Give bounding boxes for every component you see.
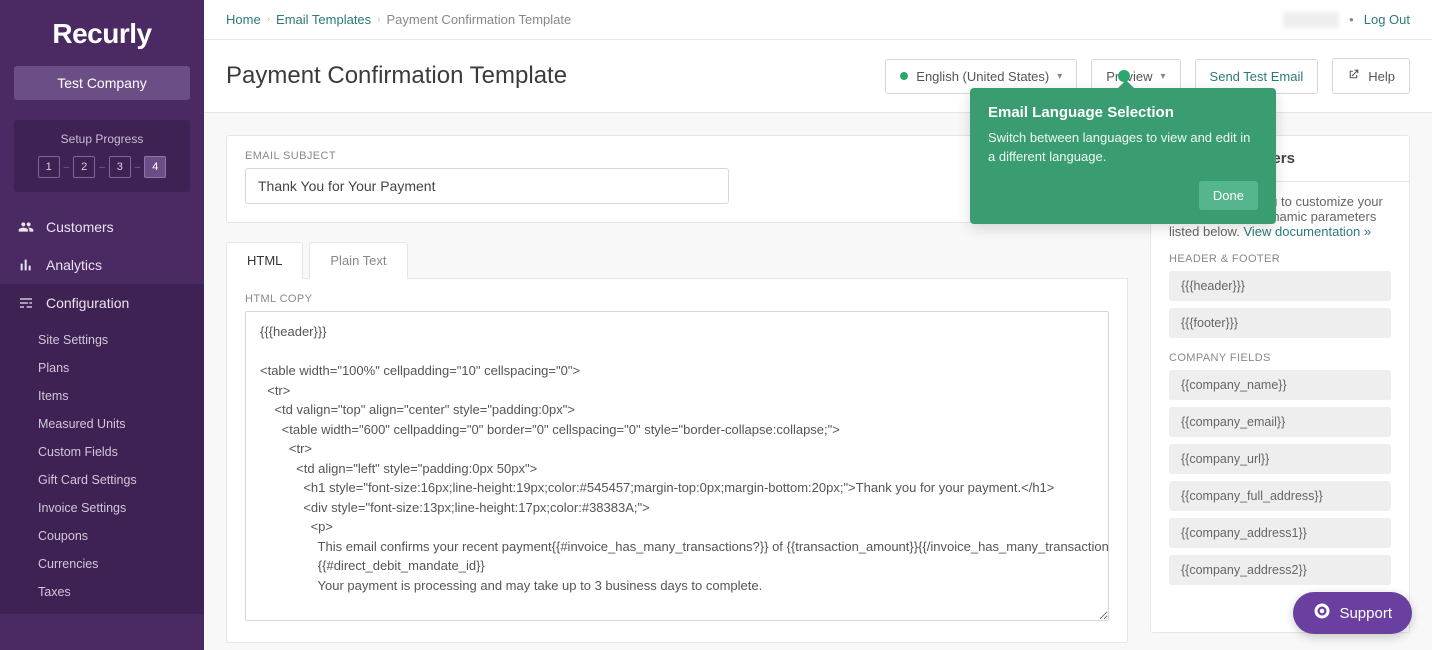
- param-chip-company-url[interactable]: {{company_url}}: [1169, 444, 1391, 474]
- user-name-blurred: [1283, 12, 1339, 28]
- callout-done-button[interactable]: Done: [1199, 181, 1258, 210]
- param-group-company: COMPANY FIELDS: [1169, 352, 1391, 364]
- subnav-site-settings[interactable]: Site Settings: [0, 326, 204, 354]
- chevron-down-icon: ▾: [1161, 71, 1166, 82]
- status-dot-icon: [900, 72, 908, 80]
- breadcrumb-home[interactable]: Home: [226, 12, 261, 27]
- people-icon: [18, 219, 34, 235]
- param-chip-header[interactable]: {{{header}}}: [1169, 271, 1391, 301]
- language-label: English (United States): [916, 69, 1049, 84]
- callout-title: Email Language Selection: [988, 104, 1258, 121]
- nav-analytics[interactable]: Analytics: [0, 246, 204, 284]
- breadcrumb-current: Payment Confirmation Template: [387, 12, 572, 27]
- subnav-gift-card-settings[interactable]: Gift Card Settings: [0, 466, 204, 494]
- help-button[interactable]: Help: [1332, 58, 1410, 94]
- setup-progress-card: Setup Progress 1 – 2 – 3 – 4: [14, 120, 190, 192]
- sidebar: Recurly Test Company Setup Progress 1 – …: [0, 0, 204, 650]
- html-copy-textarea[interactable]: [245, 311, 1109, 621]
- sliders-icon: [18, 295, 34, 311]
- chevron-down-icon: ▾: [1057, 71, 1062, 82]
- param-chip-footer[interactable]: {{{footer}}}: [1169, 308, 1391, 338]
- support-button[interactable]: Support: [1293, 592, 1412, 634]
- setup-step-3[interactable]: 3: [109, 156, 131, 178]
- breadcrumb: Home › Email Templates › Payment Confirm…: [226, 12, 571, 27]
- subnav-invoice-settings[interactable]: Invoice Settings: [0, 494, 204, 522]
- bar-chart-icon: [18, 257, 34, 273]
- main: Home › Email Templates › Payment Confirm…: [204, 0, 1432, 650]
- external-link-icon: [1347, 68, 1360, 84]
- step-sep: –: [64, 162, 70, 173]
- param-chip-company-email[interactable]: {{company_email}}: [1169, 407, 1391, 437]
- subject-input[interactable]: [245, 168, 729, 204]
- setup-steps: 1 – 2 – 3 – 4: [24, 156, 180, 178]
- setup-step-2[interactable]: 2: [73, 156, 95, 178]
- nav-label: Analytics: [46, 257, 102, 273]
- subnav-custom-fields[interactable]: Custom Fields: [0, 438, 204, 466]
- nav-configuration[interactable]: Configuration: [0, 284, 204, 322]
- chevron-right-icon: ›: [267, 14, 270, 25]
- step-sep: –: [99, 162, 105, 173]
- param-group-header-footer: HEADER & FOOTER: [1169, 253, 1391, 265]
- param-chip-company-address2[interactable]: {{company_address2}}: [1169, 555, 1391, 585]
- subnav-currencies[interactable]: Currencies: [0, 550, 204, 578]
- callout-body: Switch between languages to view and edi…: [988, 129, 1258, 167]
- breadcrumb-templates[interactable]: Email Templates: [276, 12, 371, 27]
- param-chip-company-name[interactable]: {{company_name}}: [1169, 370, 1391, 400]
- chevron-right-icon: ›: [377, 14, 380, 25]
- subnav-plans[interactable]: Plans: [0, 354, 204, 382]
- view-documentation-link[interactable]: View documentation »: [1243, 224, 1371, 239]
- param-chip-company-address1[interactable]: {{company_address1}}: [1169, 518, 1391, 548]
- subnav-measured-units[interactable]: Measured Units: [0, 410, 204, 438]
- language-callout: Email Language Selection Switch between …: [970, 88, 1276, 224]
- support-label: Support: [1339, 605, 1392, 622]
- tab-html[interactable]: HTML: [226, 242, 303, 279]
- nav-customers[interactable]: Customers: [0, 208, 204, 246]
- dot-sep: •: [1349, 12, 1354, 27]
- help-label: Help: [1368, 69, 1395, 84]
- subnav-coupons[interactable]: Coupons: [0, 522, 204, 550]
- editor-label: HTML COPY: [245, 293, 1109, 305]
- editor-panel: HTML COPY: [226, 279, 1128, 643]
- titlebar: Payment Confirmation Template English (U…: [204, 40, 1432, 113]
- send-test-label: Send Test Email: [1210, 69, 1304, 84]
- page-title: Payment Confirmation Template: [226, 62, 567, 90]
- logout-link[interactable]: Log Out: [1364, 12, 1410, 27]
- setup-step-4[interactable]: 4: [144, 156, 166, 178]
- parameters-body: Recurly allows you to customize your ema…: [1151, 182, 1409, 632]
- subnav-taxes[interactable]: Taxes: [0, 578, 204, 606]
- brand-logo: Recurly: [0, 0, 204, 58]
- company-selector[interactable]: Test Company: [14, 66, 190, 100]
- nav-label: Configuration: [46, 295, 129, 311]
- config-subnav: Site Settings Plans Items Measured Units…: [0, 322, 204, 614]
- editor-tabs-wrapper: HTML Plain Text HTML COPY: [226, 241, 1128, 643]
- setup-progress-title: Setup Progress: [24, 132, 180, 146]
- life-ring-icon: [1313, 602, 1331, 624]
- setup-step-1[interactable]: 1: [38, 156, 60, 178]
- step-sep: –: [135, 162, 141, 173]
- tab-plain-text[interactable]: Plain Text: [309, 242, 407, 279]
- editor-tabs: HTML Plain Text: [226, 241, 1128, 279]
- topbar: Home › Email Templates › Payment Confirm…: [204, 0, 1432, 40]
- subnav-items[interactable]: Items: [0, 382, 204, 410]
- nav-label: Customers: [46, 219, 114, 235]
- top-right: • Log Out: [1283, 12, 1410, 28]
- param-chip-company-full-address[interactable]: {{company_full_address}}: [1169, 481, 1391, 511]
